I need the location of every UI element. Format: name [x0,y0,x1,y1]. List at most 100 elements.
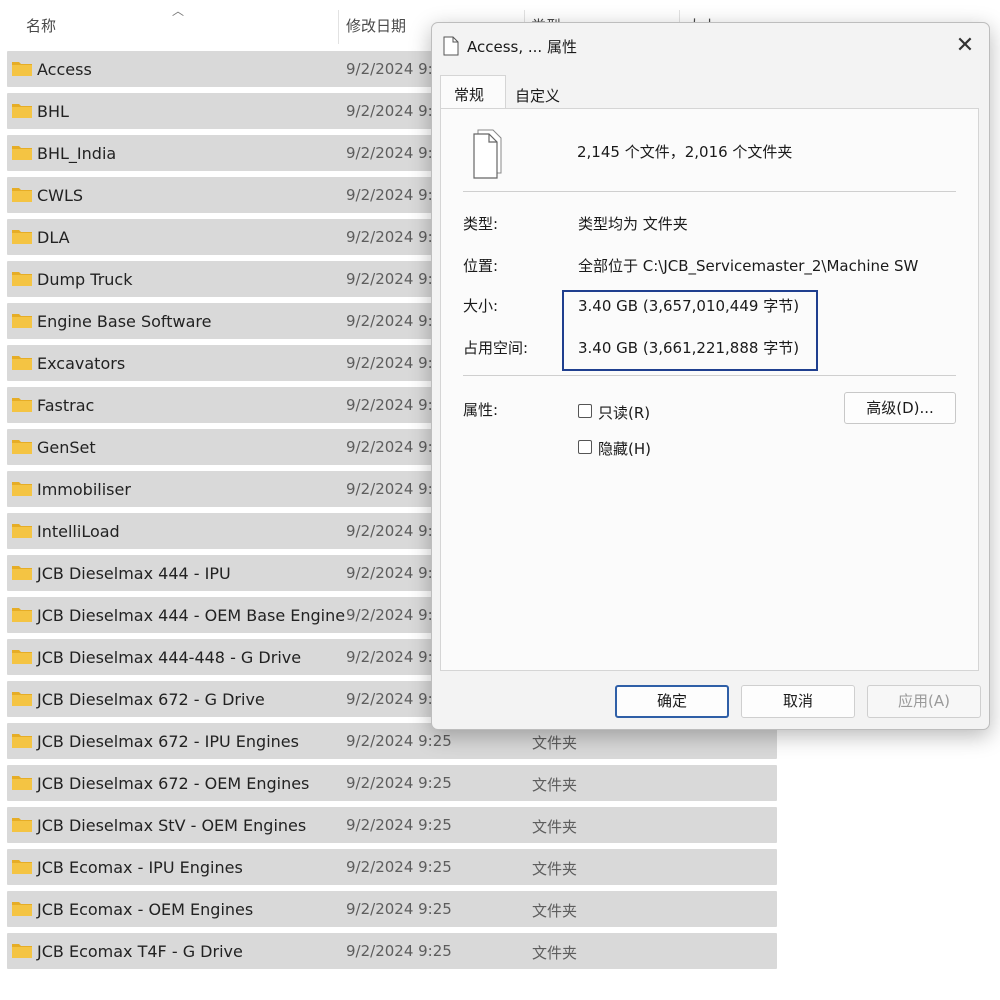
modified-date: 9/2/2024 9: [346,228,433,246]
hidden-label[interactable]: 隐藏(H) [598,438,651,459]
ok-button[interactable]: 确定 [615,685,729,718]
modified-date: 9/2/2024 9: [346,144,433,162]
folder-icon [12,944,32,958]
general-panel: 2,145 个文件，2,016 个文件夹 类型: 类型均为 文件夹 位置: 全部… [440,108,979,671]
modified-date: 9/2/2024 9: [346,438,433,456]
folder-icon [12,104,32,118]
modified-date: 9/2/2024 9: [346,648,433,666]
folder-name: JCB Dieselmax 444-448 - G Drive [37,648,302,667]
folder-icon [12,734,32,748]
folder-name: DLA [37,228,70,247]
folder-name: JCB Dieselmax 444 - OEM Base Engine [37,606,346,625]
type-value: 类型均为 文件夹 [578,215,688,233]
folder-icon [12,776,32,790]
folder-name: GenSet [37,438,96,457]
folder-icon [12,902,32,916]
modified-date: 9/2/2024 9: [346,354,433,372]
column-divider[interactable] [338,10,339,44]
hidden-checkbox[interactable] [578,440,592,454]
folder-name: JCB Dieselmax 444 - IPU [37,564,231,583]
modified-date: 9/2/2024 9: [346,270,433,288]
folder-icon [12,356,32,370]
column-modified-header[interactable]: 修改日期 [346,15,406,36]
folder-name: Excavators [37,354,126,373]
list-item[interactable]: JCB Ecomax - IPU Engines 9/2/2024 9:25 文件夹 [7,849,777,885]
cancel-button[interactable]: 取消 [741,685,855,718]
modified-date: 9/2/2024 9:25 [346,816,452,834]
advanced-button[interactable]: 高级(D)... [844,392,956,424]
folder-name: JCB Dieselmax 672 - G Drive [37,690,265,709]
readonly-checkbox[interactable] [578,404,592,418]
item-type: 文件夹 [532,818,578,836]
folder-icon [12,608,32,622]
dialog-title: Access, ... 属性 [467,38,577,56]
item-type: 文件夹 [532,902,578,920]
modified-date: 9/2/2024 9: [346,396,433,414]
folder-icon [12,860,32,874]
disk-size-value: 3.40 GB (3,661,221,888 字节) [578,339,800,357]
folder-icon [12,62,32,76]
modified-date: 9/2/2024 9:25 [346,900,452,918]
divider [463,191,956,192]
folder-name: IntelliLoad [37,522,120,541]
modified-date: 9/2/2024 9: [346,606,433,624]
multi-file-icon [473,129,502,179]
list-item[interactable]: JCB Ecomax - OEM Engines 9/2/2024 9:25 文件夹 [7,891,777,927]
modified-date: 9/2/2024 9: [346,522,433,540]
location-value: 全部位于 C:\JCB_Servicemaster_2\Machine SW [578,257,919,275]
modified-date: 9/2/2024 9: [346,564,433,582]
tab-general[interactable]: 常规 [440,75,506,109]
folder-name: JCB Ecomax T4F - G Drive [37,942,243,961]
properties-dialog: Access, ... 属性 ✕ 常规 自定义 2,145 个文件，2,016 … [431,22,990,730]
sort-ascending-icon: ︿ [172,4,185,18]
folder-icon [12,440,32,454]
folder-name: Immobiliser [37,480,131,499]
divider [463,375,956,376]
folder-icon [12,314,32,328]
modified-date: 9/2/2024 9:25 [346,774,452,792]
folder-icon [12,650,32,664]
modified-date: 9/2/2024 9:25 [346,732,452,750]
list-item[interactable]: JCB Dieselmax StV - OEM Engines 9/2/2024 … [7,807,777,843]
folder-icon [12,566,32,580]
list-item[interactable]: JCB Dieselmax 672 - OEM Engines 9/2/2024 … [7,765,777,801]
size-label: 大小: [463,297,499,315]
folder-icon [12,482,32,496]
readonly-label[interactable]: 只读(R) [598,402,650,423]
close-button[interactable]: ✕ [952,33,978,59]
tab-custom[interactable]: 自定义 [515,85,560,106]
folder-icon [12,692,32,706]
folder-icon [12,272,32,286]
dialog-titlebar[interactable]: Access, ... 属性 ✕ [432,23,989,69]
folder-name: JCB Dieselmax 672 - OEM Engines [37,774,310,793]
folder-name: JCB Dieselmax 672 - IPU Engines [37,732,299,751]
disk-size-label: 占用空间: [463,339,529,357]
attributes-label: 属性: [463,401,499,419]
item-type: 文件夹 [532,944,578,962]
size-value: 3.40 GB (3,657,010,449 字节) [578,297,800,315]
folder-name: Access [37,60,92,79]
item-type: 文件夹 [532,776,578,794]
folder-name: Dump Truck [37,270,133,289]
modified-date: 9/2/2024 9: [346,186,433,204]
modified-date: 9/2/2024 9: [346,480,433,498]
folder-icon [12,188,32,202]
folder-name: BHL_India [37,144,117,163]
modified-date: 9/2/2024 9:25 [346,942,452,960]
item-type: 文件夹 [532,734,578,752]
folder-name: JCB Dieselmax StV - OEM Engines [37,816,307,835]
list-item[interactable]: JCB Ecomax T4F - G Drive 9/2/2024 9:25 文件夹 [7,933,777,969]
location-label: 位置: [463,257,499,275]
apply-button[interactable]: 应用(A) [867,685,981,718]
folder-name: BHL [37,102,69,121]
modified-date: 9/2/2024 9: [346,60,433,78]
folder-name: Fastrac [37,396,95,415]
modified-date: 9/2/2024 9:25 [346,858,452,876]
folder-name: CWLS [37,186,84,205]
folder-icon [12,524,32,538]
folder-icon [12,146,32,160]
folder-icon [12,398,32,412]
folder-icon [12,818,32,832]
item-type: 文件夹 [532,860,578,878]
column-name-header[interactable]: 名称 [26,15,56,36]
